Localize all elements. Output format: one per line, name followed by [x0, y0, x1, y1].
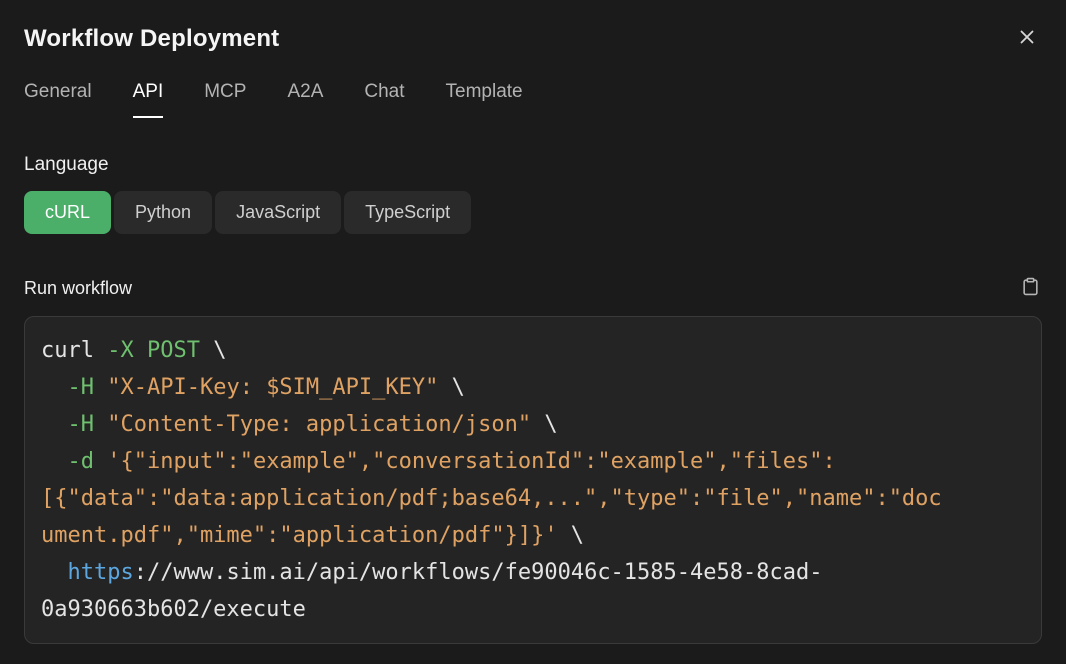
code-segment: -H [68, 412, 95, 437]
code-line: curl -X POST \ [41, 332, 1025, 369]
code-segment: "Content-Type: application/json" [107, 412, 531, 437]
code-segment [41, 375, 68, 400]
language-option-python[interactable]: Python [114, 191, 212, 234]
code-line: [{"data":"data:application/pdf;base64,..… [41, 480, 1025, 517]
code-segment: \ [200, 338, 227, 363]
code-segment: 0a930663b602/execute [41, 597, 306, 622]
close-icon [1016, 26, 1038, 51]
language-group: cURLPythonJavaScriptTypeScript [24, 191, 1042, 234]
language-option-javascript[interactable]: JavaScript [215, 191, 341, 234]
tab-bar: General API MCP A2A Chat Template [24, 81, 1042, 118]
tab-chat[interactable]: Chat [364, 81, 404, 118]
tab-api[interactable]: API [133, 81, 164, 118]
code-segment: [{"data":"data:application/pdf;base64,..… [41, 486, 942, 511]
workflow-deployment-dialog: Workflow Deployment General API MCP A2A Chat… [24, 22, 1042, 644]
page-title: Workflow Deployment [24, 25, 279, 53]
code-line: ument.pdf","mime":"application/pdf"}]}' … [41, 517, 1025, 554]
clipboard-icon [1021, 276, 1040, 300]
code-segment [94, 412, 107, 437]
code-segment: -X POST [107, 338, 200, 363]
close-button[interactable] [1012, 22, 1042, 55]
code-segment [94, 375, 107, 400]
code-segment [94, 449, 107, 474]
code-block: curl -X POST \ -H "X-API-Key: $SIM_API_K… [24, 316, 1042, 644]
tab-template[interactable]: Template [446, 81, 523, 118]
code-segment [41, 560, 68, 585]
code-section-title: Run workflow [24, 278, 132, 299]
copy-button[interactable] [1019, 274, 1042, 302]
language-label: Language [24, 154, 1042, 176]
tab-general[interactable]: General [24, 81, 92, 118]
code-segment: \ [558, 523, 585, 548]
code-segment: \ [531, 412, 558, 437]
code-line: -d '{"input":"example","conversationId":… [41, 443, 1025, 480]
code-segment: -d [68, 449, 95, 474]
language-option-curl[interactable]: cURL [24, 191, 111, 234]
code-line: -H "Content-Type: application/json" \ [41, 406, 1025, 443]
code-segment: https [68, 560, 134, 585]
code-segment: curl [41, 338, 107, 363]
language-option-typescript[interactable]: TypeScript [344, 191, 471, 234]
tab-mcp[interactable]: MCP [204, 81, 246, 118]
code-segment: -H [68, 375, 95, 400]
code-line: -H "X-API-Key: $SIM_API_KEY" \ [41, 369, 1025, 406]
tab-a2a[interactable]: A2A [287, 81, 323, 118]
dialog-header: Workflow Deployment [24, 22, 1042, 55]
code-segment: \ [438, 375, 465, 400]
code-segment: "X-API-Key: $SIM_API_KEY" [107, 375, 438, 400]
code-segment [41, 449, 68, 474]
code-line: https://www.sim.ai/api/workflows/fe90046… [41, 554, 1025, 591]
code-segment: ://www.sim.ai/api/workflows/fe90046c-158… [134, 560, 823, 585]
code-header: Run workflow [24, 274, 1042, 302]
code-segment [41, 412, 68, 437]
code-line: 0a930663b602/execute [41, 591, 1025, 628]
code-segment: '{"input":"example","conversationId":"ex… [107, 449, 835, 474]
code-segment: ument.pdf","mime":"application/pdf"}]}' [41, 523, 558, 548]
